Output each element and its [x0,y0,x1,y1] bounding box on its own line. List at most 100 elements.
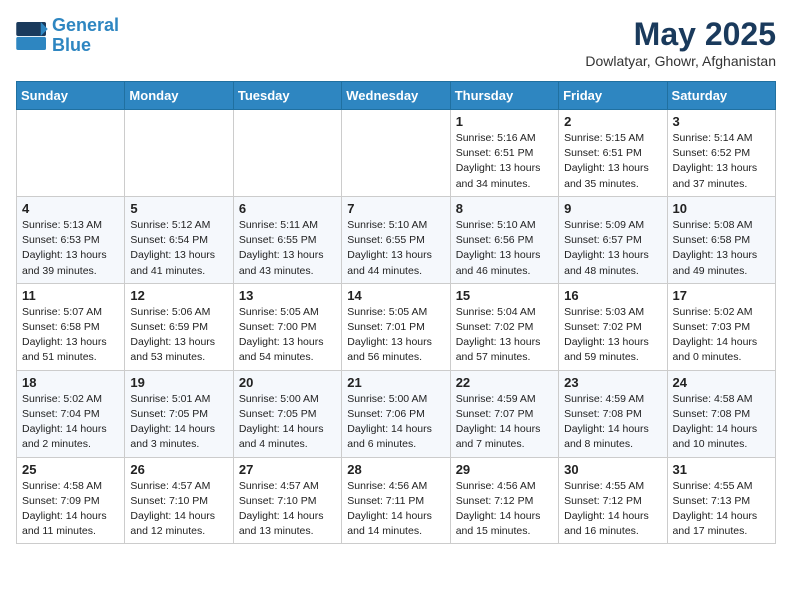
day-info: Sunrise: 5:01 AM Sunset: 7:05 PM Dayligh… [130,392,227,453]
day-cell: 7 Sunrise: 5:10 AM Sunset: 6:55 PM Daylig… [342,196,450,283]
day-info: Sunrise: 5:00 AM Sunset: 7:05 PM Dayligh… [239,392,336,453]
day-info: Sunrise: 5:09 AM Sunset: 6:57 PM Dayligh… [564,218,661,279]
day-number: 16 [564,288,661,303]
day-number: 20 [239,375,336,390]
day-number: 18 [22,375,119,390]
day-number: 19 [130,375,227,390]
day-number: 6 [239,201,336,216]
page-header: General Blue May 2025 Dowlatyar, Ghowr, … [16,16,776,69]
day-cell: 24Sunrise: 4:58 AM Sunset: 7:08 PM Dayli… [667,370,775,457]
day-number: 22 [456,375,553,390]
day-number: 25 [22,462,119,477]
weekday-header-saturday: Saturday [667,82,775,110]
day-number: 3 [673,114,770,129]
day-info: Sunrise: 5:06 AM Sunset: 6:59 PM Dayligh… [130,305,227,366]
day-cell: 5 Sunrise: 5:12 AM Sunset: 6:54 PM Daylig… [125,196,233,283]
day-info: Sunrise: 4:58 AM Sunset: 7:09 PM Dayligh… [22,479,119,540]
day-number: 14 [347,288,444,303]
day-cell: 30 Sunrise: 4:55 AM Sunset: 7:12 PM Dayli… [559,457,667,544]
day-info: Sunrise: 5:08 AM Sunset: 6:58 PM Dayligh… [673,218,770,279]
day-info: Sunrise: 5:10 AM Sunset: 6:55 PM Dayligh… [347,218,444,279]
day-number: 26 [130,462,227,477]
day-cell: 2 Sunrise: 5:15 AM Sunset: 6:51 PM Daylig… [559,110,667,197]
day-cell: 18 Sunrise: 5:02 AM Sunset: 7:04 PM Dayli… [17,370,125,457]
day-cell: 4 Sunrise: 5:13 AM Sunset: 6:53 PM Daylig… [17,196,125,283]
day-cell: 20 Sunrise: 5:00 AM Sunset: 7:05 PM Dayli… [233,370,341,457]
day-info: Sunrise: 5:04 AM Sunset: 7:02 PM Dayligh… [456,305,553,366]
day-number: 9 [564,201,661,216]
day-info: Sunrise: 5:13 AM Sunset: 6:53 PM Dayligh… [22,218,119,279]
day-info: Sunrise: 5:05 AM Sunset: 7:00 PM Dayligh… [239,305,336,366]
day-number: 17 [673,288,770,303]
day-number: 5 [130,201,227,216]
day-number: 13 [239,288,336,303]
day-cell: 6 Sunrise: 5:11 AM Sunset: 6:55 PM Daylig… [233,196,341,283]
day-info: Sunrise: 5:11 AM Sunset: 6:55 PM Dayligh… [239,218,336,279]
day-info: Sunrise: 5:15 AM Sunset: 6:51 PM Dayligh… [564,131,661,192]
day-cell: 23 Sunrise: 4:59 AM Sunset: 7:08 PM Dayli… [559,370,667,457]
day-cell: 29 Sunrise: 4:56 AM Sunset: 7:12 PM Dayli… [450,457,558,544]
location: Dowlatyar, Ghowr, Afghanistan [585,53,776,69]
day-info: Sunrise: 4:59 AM Sunset: 7:07 PM Dayligh… [456,392,553,453]
day-info: Sunrise: 4:59 AM Sunset: 7:08 PM Dayligh… [564,392,661,453]
day-cell: 11 Sunrise: 5:07 AM Sunset: 6:58 PM Dayli… [17,283,125,370]
day-cell: 3Sunrise: 5:14 AM Sunset: 6:52 PM Daylig… [667,110,775,197]
day-number: 30 [564,462,661,477]
day-info: Sunrise: 5:07 AM Sunset: 6:58 PM Dayligh… [22,305,119,366]
week-row-2: 4 Sunrise: 5:13 AM Sunset: 6:53 PM Daylig… [17,196,776,283]
day-number: 2 [564,114,661,129]
day-info: Sunrise: 4:56 AM Sunset: 7:12 PM Dayligh… [456,479,553,540]
day-info: Sunrise: 5:02 AM Sunset: 7:04 PM Dayligh… [22,392,119,453]
day-number: 1 [456,114,553,129]
day-number: 31 [673,462,770,477]
day-cell: 21 Sunrise: 5:00 AM Sunset: 7:06 PM Dayli… [342,370,450,457]
day-cell: 9 Sunrise: 5:09 AM Sunset: 6:57 PM Daylig… [559,196,667,283]
weekday-header-friday: Friday [559,82,667,110]
month-title: May 2025 [585,16,776,53]
day-info: Sunrise: 5:16 AM Sunset: 6:51 PM Dayligh… [456,131,553,192]
day-number: 11 [22,288,119,303]
day-number: 29 [456,462,553,477]
day-number: 15 [456,288,553,303]
day-cell: 16 Sunrise: 5:03 AM Sunset: 7:02 PM Dayli… [559,283,667,370]
day-cell: 12Sunrise: 5:06 AM Sunset: 6:59 PM Dayli… [125,283,233,370]
calendar-table: SundayMondayTuesdayWednesdayThursdayFrid… [16,81,776,544]
day-info: Sunrise: 5:02 AM Sunset: 7:03 PM Dayligh… [673,305,770,366]
day-info: Sunrise: 4:56 AM Sunset: 7:11 PM Dayligh… [347,479,444,540]
day-number: 21 [347,375,444,390]
day-info: Sunrise: 5:12 AM Sunset: 6:54 PM Dayligh… [130,218,227,279]
day-cell: 8Sunrise: 5:10 AM Sunset: 6:56 PM Daylig… [450,196,558,283]
day-number: 8 [456,201,553,216]
day-info: Sunrise: 4:58 AM Sunset: 7:08 PM Dayligh… [673,392,770,453]
day-info: Sunrise: 4:55 AM Sunset: 7:13 PM Dayligh… [673,479,770,540]
day-number: 28 [347,462,444,477]
day-cell: 31 Sunrise: 4:55 AM Sunset: 7:13 PM Dayli… [667,457,775,544]
day-info: Sunrise: 5:00 AM Sunset: 7:06 PM Dayligh… [347,392,444,453]
logo-text2: Blue [52,36,119,56]
day-number: 10 [673,201,770,216]
day-cell [342,110,450,197]
day-info: Sunrise: 4:55 AM Sunset: 7:12 PM Dayligh… [564,479,661,540]
week-row-4: 18 Sunrise: 5:02 AM Sunset: 7:04 PM Dayli… [17,370,776,457]
day-info: Sunrise: 4:57 AM Sunset: 7:10 PM Dayligh… [130,479,227,540]
week-row-5: 25 Sunrise: 4:58 AM Sunset: 7:09 PM Dayli… [17,457,776,544]
day-cell: 19 Sunrise: 5:01 AM Sunset: 7:05 PM Dayli… [125,370,233,457]
weekday-header-tuesday: Tuesday [233,82,341,110]
title-block: May 2025 Dowlatyar, Ghowr, Afghanistan [585,16,776,69]
weekday-header-monday: Monday [125,82,233,110]
day-cell: 14 Sunrise: 5:05 AM Sunset: 7:01 PM Dayli… [342,283,450,370]
day-cell: 10 Sunrise: 5:08 AM Sunset: 6:58 PM Dayli… [667,196,775,283]
day-number: 27 [239,462,336,477]
weekday-header-row: SundayMondayTuesdayWednesdayThursdayFrid… [17,82,776,110]
day-number: 23 [564,375,661,390]
weekday-header-thursday: Thursday [450,82,558,110]
day-info: Sunrise: 5:05 AM Sunset: 7:01 PM Dayligh… [347,305,444,366]
day-info: Sunrise: 5:03 AM Sunset: 7:02 PM Dayligh… [564,305,661,366]
day-number: 7 [347,201,444,216]
day-cell: 27Sunrise: 4:57 AM Sunset: 7:10 PM Dayli… [233,457,341,544]
day-cell: 26 Sunrise: 4:57 AM Sunset: 7:10 PM Dayli… [125,457,233,544]
day-cell: 13 Sunrise: 5:05 AM Sunset: 7:00 PM Dayli… [233,283,341,370]
logo-text: General [52,16,119,36]
day-cell: 25 Sunrise: 4:58 AM Sunset: 7:09 PM Dayli… [17,457,125,544]
day-number: 4 [22,201,119,216]
